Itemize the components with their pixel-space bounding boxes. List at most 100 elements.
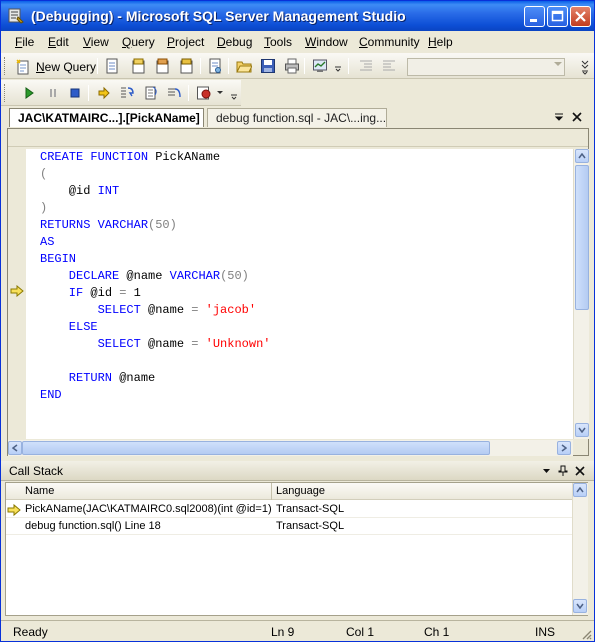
toolbar-grip[interactable]	[4, 57, 7, 75]
code-token: SELECT	[40, 337, 149, 351]
call-stack-vertical-scrollbar[interactable]	[572, 483, 588, 615]
code-line[interactable]: (	[40, 166, 47, 183]
vertical-scroll-thumb[interactable]	[575, 165, 589, 310]
code-token: @name	[148, 337, 192, 351]
analysis-xmla-query-button[interactable]	[177, 56, 197, 76]
breakpoint-margin[interactable]	[8, 149, 26, 439]
menu-query[interactable]: Query	[122, 35, 155, 49]
new-query-button[interactable]: New Query	[15, 57, 96, 77]
menu-project[interactable]: Project	[167, 35, 204, 49]
chevron-right-icon	[561, 444, 567, 452]
scroll-up-button[interactable]	[573, 483, 587, 497]
code-line[interactable]: )	[40, 200, 47, 217]
stop-icon	[70, 88, 80, 98]
available-databases-combo[interactable]	[407, 58, 565, 76]
code-line[interactable]: RETURNS VARCHAR(50)	[40, 217, 177, 234]
step-into-icon	[121, 87, 134, 98]
scroll-down-button[interactable]	[575, 423, 589, 437]
editor-vertical-scrollbar[interactable]	[573, 149, 589, 439]
horizontal-scroll-thumb[interactable]	[22, 441, 490, 455]
standard-toolbar: New Query	[1, 53, 594, 79]
column-header-name[interactable]: Name	[25, 485, 54, 497]
code-line[interactable]: CREATE FUNCTION PickAName	[40, 149, 220, 166]
ssms-app-icon	[8, 8, 24, 24]
code-line[interactable]: IF @id = 1	[40, 285, 141, 302]
save-button[interactable]	[258, 56, 278, 76]
code-token: VARCHAR	[97, 218, 149, 232]
menu-file[interactable]: File	[15, 35, 34, 49]
code-line[interactable]: END	[40, 387, 62, 404]
scroll-down-button[interactable]	[573, 599, 587, 613]
indent-button[interactable]	[356, 56, 376, 76]
code-token: 1	[133, 286, 141, 300]
code-line[interactable]: ELSE	[40, 319, 98, 336]
code-line[interactable]: RETURN @name	[40, 370, 155, 387]
close-button[interactable]	[570, 6, 591, 27]
toolbar-grip[interactable]	[4, 84, 7, 102]
close-panel-icon[interactable]	[575, 466, 585, 476]
call-stack-header[interactable]: Call Stack	[1, 461, 594, 481]
code-area[interactable]: CREATE FUNCTION PickAName( @id INT) RETUR…	[26, 149, 573, 439]
step-out-icon	[168, 88, 181, 98]
close-tab-icon[interactable]	[572, 112, 582, 122]
table-row[interactable]: debug function.sql() Line 18 Transact-SQ…	[6, 518, 572, 535]
active-files-dropdown-icon[interactable]	[554, 112, 564, 122]
editor-horizontal-scrollbar[interactable]	[8, 440, 573, 456]
show-next-statement-button[interactable]	[94, 83, 114, 103]
toolbar-chevron-icon[interactable]	[580, 59, 590, 75]
window-position-icon[interactable]	[542, 468, 551, 474]
code-line[interactable]: AS	[40, 234, 54, 251]
code-token: @id	[90, 286, 120, 300]
database-engine-query-button[interactable]	[103, 56, 123, 76]
menu-help[interactable]: Help	[428, 35, 453, 49]
step-over-button[interactable]	[141, 83, 161, 103]
menu-community[interactable]: Community	[359, 35, 420, 49]
code-token: 'Unknown'	[205, 337, 271, 351]
print-button[interactable]	[282, 56, 302, 76]
breakpoints-button[interactable]	[194, 83, 214, 103]
toolbar-overflow-icon[interactable]	[229, 90, 239, 100]
analysis-dmx-query-button[interactable]	[153, 56, 173, 76]
sql-compact-query-button[interactable]	[205, 56, 225, 76]
code-token: @name	[148, 303, 192, 317]
auto-hide-pin-icon[interactable]	[558, 465, 568, 477]
minimize-button[interactable]	[524, 6, 545, 27]
activity-monitor-button[interactable]	[310, 56, 330, 76]
chevron-down-icon[interactable]	[216, 90, 224, 96]
open-file-button[interactable]	[234, 56, 254, 76]
column-header-language[interactable]: Language	[276, 485, 325, 497]
toolbar-overflow-icon[interactable]	[333, 62, 343, 72]
menu-tools[interactable]: Tools	[264, 35, 292, 49]
call-stack-panel: Call Stack Name Language PickAName(JAC\K…	[1, 461, 594, 619]
scroll-right-button[interactable]	[557, 441, 571, 455]
code-token: =	[119, 286, 134, 300]
resize-grip-icon[interactable]	[580, 628, 592, 640]
code-line[interactable]: SELECT @name = 'Unknown'	[40, 336, 271, 353]
tab-pickaname[interactable]: JAC\KATMAIRC...].[PickAName]	[9, 108, 204, 127]
code-line[interactable]: SELECT @name = 'jacob'	[40, 302, 256, 319]
step-into-button[interactable]	[117, 83, 137, 103]
scroll-left-button[interactable]	[8, 441, 22, 455]
step-out-button[interactable]	[164, 83, 184, 103]
menu-edit[interactable]: Edit	[48, 35, 69, 49]
cell-language: Transact-SQL	[276, 503, 345, 515]
menu-window[interactable]: Window	[305, 35, 348, 49]
table-row[interactable]: PickAName(JAC\KATMAIRC0.sql2008)(int @id…	[6, 501, 572, 518]
code-token: @name	[126, 269, 170, 283]
stop-debugging-button[interactable]	[65, 83, 85, 103]
continue-button[interactable]	[19, 83, 39, 103]
code-line[interactable]: @id INT	[40, 183, 119, 200]
window-title: (Debugging) - Microsoft SQL Server Manag…	[31, 8, 406, 24]
break-all-button[interactable]	[43, 83, 63, 103]
code-token: VARCHAR	[169, 269, 221, 283]
menu-debug[interactable]: Debug	[217, 35, 252, 49]
outdent-button[interactable]	[379, 56, 399, 76]
scroll-up-button[interactable]	[575, 149, 589, 163]
title-bar[interactable]: (Debugging) - Microsoft SQL Server Manag…	[1, 1, 594, 31]
tab-debug-function-sql[interactable]: debug function.sql - JAC\...ing...	[207, 108, 387, 127]
maximize-button[interactable]	[547, 6, 568, 27]
analysis-mdx-query-button[interactable]	[129, 56, 149, 76]
code-line[interactable]: BEGIN	[40, 251, 76, 268]
menu-view[interactable]: View	[83, 35, 109, 49]
code-line[interactable]: DECLARE @name VARCHAR(50)	[40, 268, 249, 285]
